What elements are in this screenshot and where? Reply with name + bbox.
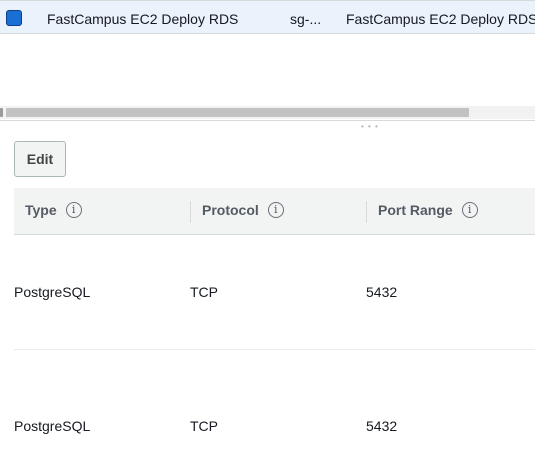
rule-type-cell: PostgreSQL	[14, 284, 91, 300]
column-header-port-range[interactable]: Port Range i	[378, 202, 478, 218]
column-divider[interactable]	[366, 201, 367, 223]
scroll-left-arrow[interactable]	[0, 108, 3, 117]
info-icon[interactable]: i	[65, 202, 82, 218]
rule-port-range-cell: 5432	[366, 418, 398, 434]
rule-protocol-cell: TCP	[190, 418, 218, 434]
row-checkbox[interactable]	[6, 10, 22, 26]
group-id-cell: sg-...	[290, 11, 322, 27]
info-icon[interactable]: i	[461, 202, 478, 218]
pane-splitter[interactable]	[0, 120, 535, 121]
rule-protocol-cell: TCP	[190, 284, 218, 300]
column-header-type[interactable]: Type i	[25, 202, 82, 218]
column-divider[interactable]	[190, 201, 191, 223]
resize-grip-icon[interactable]: • • •	[361, 123, 379, 131]
group-description-cell: FastCampus EC2 Deploy RDS	[346, 11, 535, 27]
group-name-cell: FastCampus EC2 Deploy RDS	[47, 11, 239, 27]
security-group-row-selected[interactable]: FastCampus EC2 Deploy RDS sg-... FastCam…	[0, 0, 535, 34]
row-divider	[14, 349, 535, 350]
horizontal-scrollbar-thumb[interactable]	[6, 108, 469, 117]
column-header-port-range-label: Port Range	[378, 202, 453, 218]
column-header-type-label: Type	[25, 202, 57, 218]
edit-button[interactable]: Edit	[14, 141, 66, 177]
column-header-protocol-label: Protocol	[202, 202, 259, 218]
rule-type-cell: PostgreSQL	[14, 418, 91, 434]
rule-port-range-cell: 5432	[366, 284, 398, 300]
column-header-protocol[interactable]: Protocol i	[202, 202, 284, 218]
info-icon[interactable]: i	[267, 202, 284, 218]
rules-table-header: Type i Protocol i Port Range i	[14, 188, 535, 235]
